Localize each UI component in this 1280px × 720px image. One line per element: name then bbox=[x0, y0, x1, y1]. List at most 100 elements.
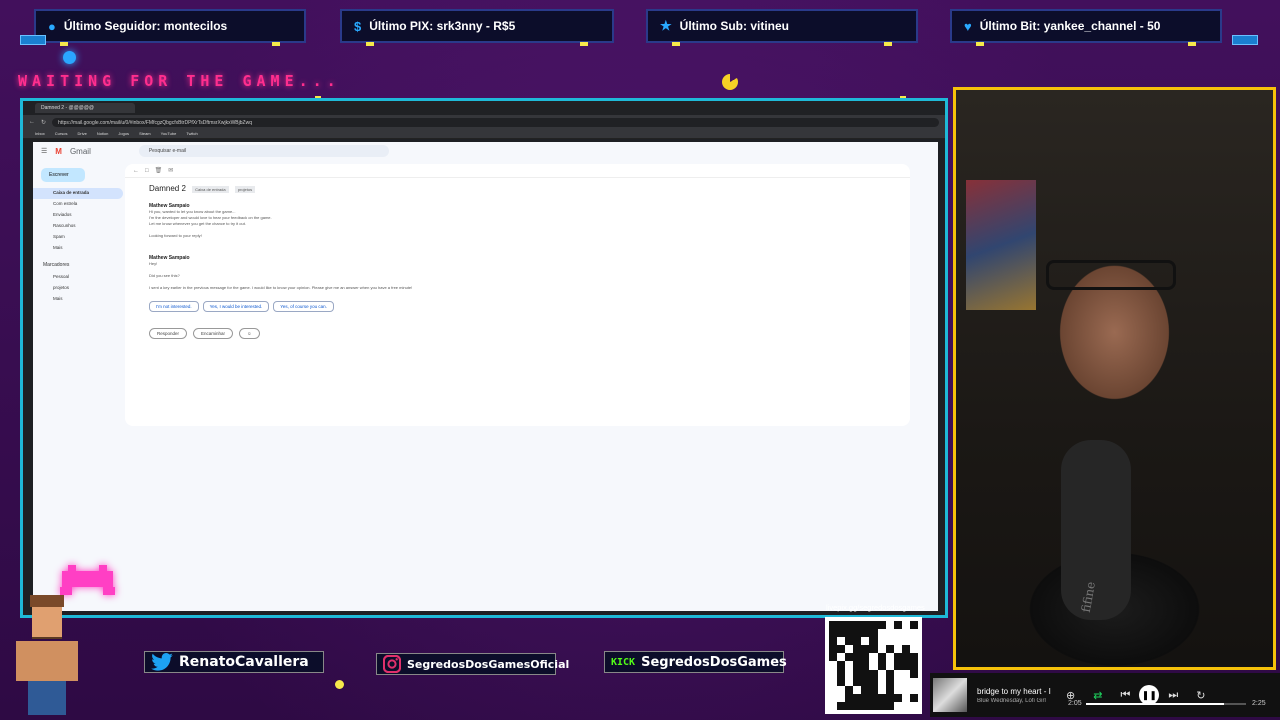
previous-icon[interactable]: ⏮ bbox=[1120, 689, 1130, 702]
subject-text: Damned 2 bbox=[149, 184, 186, 193]
qr-module bbox=[829, 685, 838, 694]
progress-bar[interactable] bbox=[1086, 703, 1246, 705]
address-bar[interactable]: https://mail.google.com/mail/u/0/#inbox/… bbox=[52, 117, 939, 127]
subject-tag[interactable]: projetos bbox=[234, 186, 256, 193]
sidebar-item-spam[interactable]: Spam bbox=[33, 232, 123, 243]
sidebar-item-more[interactable]: Mais bbox=[33, 243, 123, 254]
qr-module bbox=[845, 685, 854, 694]
qr-module bbox=[901, 637, 910, 646]
qr-module bbox=[909, 645, 918, 654]
kick-name: SegredosDosGames bbox=[641, 654, 787, 670]
sidebar-item-starred[interactable]: Com estrela bbox=[33, 199, 123, 210]
browser-tab[interactable]: Damned 2 - @@@@@ bbox=[35, 103, 135, 113]
emoji-icon[interactable]: ☺ bbox=[239, 328, 260, 339]
bookmark[interactable]: YouTube bbox=[161, 131, 177, 136]
next-icon[interactable]: ⏭ bbox=[1168, 689, 1178, 702]
qr-module bbox=[909, 629, 918, 638]
bookmark[interactable]: Cursos bbox=[55, 131, 68, 136]
qr-module bbox=[877, 637, 886, 646]
qr-module bbox=[893, 669, 902, 678]
qr-module bbox=[877, 669, 886, 678]
qr-module bbox=[829, 637, 838, 646]
label-item[interactable]: Pessoal bbox=[33, 272, 123, 283]
sidebar-item-inbox[interactable]: Caixa de entrada bbox=[33, 188, 123, 199]
instagram-icon bbox=[383, 655, 401, 673]
message: Mathew Sampaio Hey! Did you see this? I … bbox=[125, 251, 910, 295]
qr-module bbox=[909, 685, 918, 694]
qr-module bbox=[829, 701, 838, 710]
smart-reply-button[interactable]: Yes, I would be interested. bbox=[202, 301, 270, 312]
reload-icon[interactable]: ↻ bbox=[41, 119, 46, 126]
qr-module bbox=[893, 653, 902, 662]
browser-toolbar: ← ↻ https://mail.google.com/mail/u/0/#in… bbox=[23, 115, 945, 129]
qr-module bbox=[909, 621, 918, 630]
qr-module bbox=[901, 645, 910, 654]
pause-button[interactable]: ❚❚ bbox=[1139, 685, 1160, 705]
qr-module bbox=[877, 677, 886, 686]
qr-module bbox=[845, 661, 854, 670]
qr-module bbox=[901, 629, 910, 638]
qr-module bbox=[853, 621, 862, 630]
delete-icon[interactable]: 🗑 bbox=[155, 167, 163, 174]
last-bit-alert: ♥ Último Bit: yankee_channel - 50 bbox=[950, 9, 1222, 46]
twitter-name: RenatoCavallera bbox=[179, 654, 309, 670]
smart-reply-button[interactable]: I'm not interested. bbox=[149, 301, 199, 312]
last-follower-alert: ● Último Seguidor: montecilos bbox=[34, 9, 306, 46]
qr-module bbox=[909, 701, 918, 710]
bookmark[interactable]: Drive bbox=[77, 131, 86, 136]
bookmark[interactable]: Inbox bbox=[35, 131, 45, 136]
qr-module bbox=[893, 621, 902, 630]
mark-unread-icon[interactable]: ✉ bbox=[168, 167, 173, 174]
bookmark[interactable]: Steam bbox=[139, 131, 151, 136]
bookmark[interactable]: Notion bbox=[97, 131, 109, 136]
subject-tag[interactable]: Caixa de entrada bbox=[192, 186, 229, 193]
last-follower-text: Último Seguidor: montecilos bbox=[63, 19, 228, 33]
qr-module bbox=[829, 693, 838, 702]
left-decor-tab bbox=[20, 35, 46, 45]
smart-reply-button[interactable]: Yes, of course you can. bbox=[273, 301, 334, 312]
qr-module bbox=[869, 669, 878, 678]
progress-fill bbox=[1086, 703, 1224, 705]
qr-module bbox=[901, 677, 910, 686]
forward-button[interactable]: Encaminhar bbox=[193, 328, 234, 339]
qr-code[interactable] bbox=[825, 617, 922, 714]
qr-module bbox=[909, 661, 918, 670]
elapsed-time: 2:05 bbox=[1068, 700, 1082, 707]
qr-module bbox=[845, 645, 854, 654]
qr-module bbox=[893, 701, 902, 710]
sidebar-item-sent[interactable]: Enviados bbox=[33, 210, 123, 221]
qr-module bbox=[901, 685, 910, 694]
compose-button[interactable]: Escrever bbox=[41, 168, 85, 182]
repeat-icon[interactable]: ↻ bbox=[1196, 689, 1205, 702]
qr-module bbox=[829, 677, 838, 686]
back-arrow-icon[interactable]: ← bbox=[133, 168, 139, 174]
twitter-icon bbox=[151, 653, 173, 671]
qr-module bbox=[837, 701, 846, 710]
shuffle-icon[interactable]: ⇄ bbox=[1093, 689, 1102, 702]
thread-subject: Damned 2 Caixa de entrada projetos bbox=[125, 178, 910, 199]
qr-module bbox=[885, 621, 894, 630]
waiting-text: WAITING FOR THE GAME... bbox=[18, 72, 341, 90]
qr-module bbox=[885, 677, 894, 686]
qr-module bbox=[837, 685, 846, 694]
qr-module bbox=[893, 677, 902, 686]
album-cover bbox=[933, 678, 967, 712]
back-icon[interactable]: ← bbox=[29, 119, 35, 125]
qr-module bbox=[869, 685, 878, 694]
search-input[interactable]: Pesquisar e-mail bbox=[138, 145, 389, 157]
bookmark[interactable]: Jogos bbox=[118, 131, 129, 136]
sidebar-item-drafts[interactable]: Rascunhos bbox=[33, 221, 123, 232]
twitter-handle: RenatoCavallera bbox=[144, 651, 324, 673]
qr-module bbox=[861, 629, 870, 638]
mail-thread: ← □ 🗑 ✉ Damned 2 Caixa de entrada projet… bbox=[125, 164, 910, 426]
archive-icon[interactable]: □ bbox=[145, 168, 149, 174]
label-item[interactable]: Mais bbox=[33, 294, 123, 305]
menu-icon[interactable]: ☰ bbox=[41, 147, 47, 155]
right-decor-tab bbox=[1232, 35, 1258, 45]
bookmark[interactable]: Twitch bbox=[186, 131, 197, 136]
kick-icon: KICK bbox=[611, 656, 636, 668]
label-item[interactable]: projetos bbox=[33, 283, 123, 294]
qr-module bbox=[885, 653, 894, 662]
qr-module bbox=[877, 653, 886, 662]
reply-button[interactable]: Responder bbox=[149, 328, 188, 339]
